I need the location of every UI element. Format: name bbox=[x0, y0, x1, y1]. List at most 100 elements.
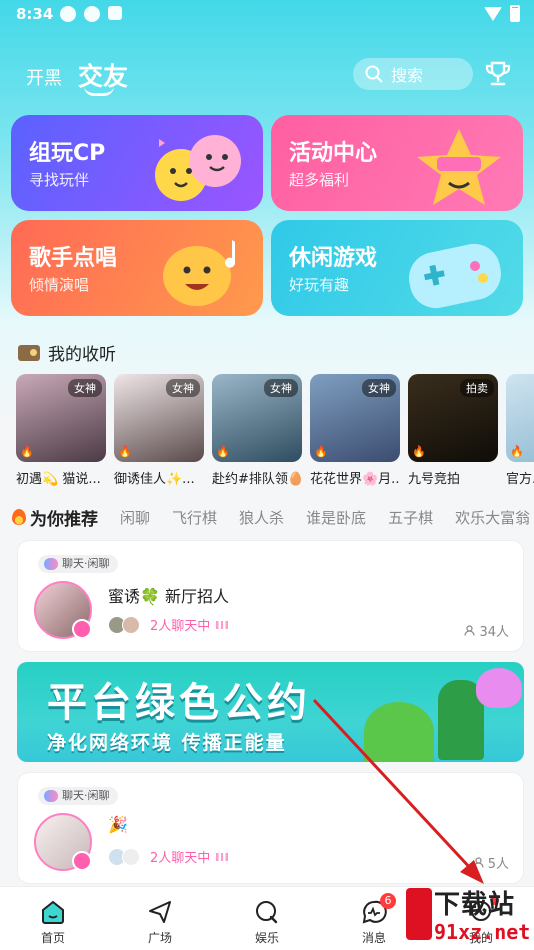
paper-plane-icon bbox=[149, 901, 171, 923]
listening-room[interactable]: 女神 🔥 花花世界🌸月... bbox=[310, 374, 400, 487]
chat-bubbles-icon bbox=[155, 135, 241, 201]
hot-icon: 🔥 bbox=[314, 445, 328, 458]
card-subtitle: 倾情演唱 bbox=[29, 276, 90, 294]
top-header: 开黑 交友 搜索 bbox=[0, 55, 534, 96]
user-avatar-mini bbox=[122, 615, 140, 634]
tab-label: 首页 bbox=[40, 931, 65, 945]
battery-icon bbox=[510, 5, 520, 22]
tab-home[interactable]: 首页 bbox=[23, 899, 83, 946]
card-title: 组玩CP bbox=[29, 141, 106, 166]
category-tab[interactable]: 欢乐大富翁 bbox=[455, 507, 530, 528]
room-cover-image: 女神 🔥 bbox=[310, 374, 400, 462]
app-notification-icon bbox=[108, 6, 122, 20]
flame-icon bbox=[12, 509, 26, 525]
room-cover-image: 拍卖 🔥 bbox=[408, 374, 498, 462]
gamepad-icon bbox=[409, 243, 501, 309]
hot-icon: 🔥 bbox=[510, 445, 524, 458]
listening-room[interactable]: 女神 🔥 御诱佳人✨... bbox=[114, 374, 204, 487]
category-tab[interactable]: 飞行棋 bbox=[172, 507, 217, 528]
plant-decoration bbox=[364, 702, 434, 762]
card-casual-games[interactable]: 休闲游戏 好玩有趣 bbox=[271, 220, 523, 316]
chatting-users: 2人聊天中 bbox=[108, 615, 229, 634]
category-tabs: 为你推荐 闲聊 飞行棋 狼人杀 谁是卧底 五子棋 欢乐大富翁 bbox=[12, 505, 534, 530]
search-placeholder: 搜索 bbox=[391, 66, 424, 85]
room-cover-image: 女神 🔥 bbox=[114, 374, 204, 462]
room-category-chip: 聊天·闲聊 bbox=[38, 555, 118, 573]
banner-headline: 平台绿色公约 bbox=[47, 680, 311, 726]
room-name: 御诱佳人✨... bbox=[114, 472, 195, 487]
chatting-count: 2人聊天中 bbox=[150, 851, 211, 866]
hot-icon: 🔥 bbox=[20, 445, 34, 458]
app-notification-icon bbox=[84, 6, 100, 22]
room-user-count: 34人 bbox=[464, 621, 509, 640]
room-name: 官方... bbox=[506, 472, 534, 487]
audio-wave-icon bbox=[216, 852, 229, 861]
notification-icons bbox=[60, 6, 122, 22]
room-card[interactable]: 聊天·闲聊 蜜诱🍀 新厅招人 2人聊天中 34人 bbox=[17, 540, 524, 652]
tab-label: 消息 bbox=[361, 931, 386, 945]
room-name: 九号竞拍 bbox=[408, 472, 461, 487]
room-tag: 女神 bbox=[166, 379, 200, 397]
listening-room[interactable]: 🔥 官方... bbox=[506, 374, 534, 487]
tab-entertainment[interactable]: 娱乐 bbox=[237, 899, 297, 946]
my-listening-header: 我的收听 bbox=[18, 340, 116, 365]
green-pact-banner[interactable]: 平台绿色公约 净化网络环境 传播正能量 bbox=[17, 662, 524, 762]
room-cover-image: 女神 🔥 bbox=[16, 374, 106, 462]
tab-kaihei[interactable]: 开黑 bbox=[26, 64, 62, 90]
entertainment-icon bbox=[256, 901, 278, 924]
tab-label: 娱乐 bbox=[254, 931, 279, 945]
tab-active-indicator bbox=[84, 86, 114, 96]
card-zuwan-cp[interactable]: 组玩CP 寻找玩伴 bbox=[11, 115, 263, 211]
listening-room-list: 女神 🔥 初遇💫 猫说... 女神 🔥 御诱佳人✨... 女神 🔥 赴约#排队领🥚 女神 🔥 花花世界… bbox=[16, 374, 534, 494]
listening-room[interactable]: 拍卖 🔥 九号竞拍 bbox=[408, 374, 498, 487]
unread-badge: 6 bbox=[380, 893, 396, 909]
card-title: 活动中心 bbox=[289, 141, 378, 166]
room-cover-image: 女神 🔥 bbox=[212, 374, 302, 462]
category-tab[interactable]: 狼人杀 bbox=[239, 507, 284, 528]
room-cover-image: 🔥 bbox=[506, 374, 534, 462]
category-tab[interactable]: 五子棋 bbox=[388, 507, 433, 528]
room-tag: 女神 bbox=[362, 379, 396, 397]
watermark-logo bbox=[406, 888, 432, 940]
chatting-count: 2人聊天中 bbox=[150, 619, 211, 634]
listening-room[interactable]: 女神 🔥 赴约#排队领🥚 bbox=[212, 374, 302, 487]
tab-label: 广场 bbox=[147, 931, 172, 945]
room-tag: 女神 bbox=[68, 379, 102, 397]
app-notification-icon bbox=[60, 6, 76, 22]
search-box[interactable]: 搜索 bbox=[353, 58, 473, 90]
tab-recommended[interactable]: 为你推荐 bbox=[12, 505, 98, 530]
room-tag: 拍卖 bbox=[460, 379, 494, 397]
card-subtitle: 超多福利 bbox=[289, 171, 350, 189]
status-time: 8:34 bbox=[16, 5, 54, 23]
listening-room[interactable]: 女神 🔥 初遇💫 猫说... bbox=[16, 374, 106, 487]
card-singer-request[interactable]: 歌手点唱 倾情演唱 bbox=[11, 220, 263, 316]
star-mascot-icon bbox=[417, 129, 501, 205]
watermark: 下载站 91xz.net bbox=[404, 880, 532, 948]
tab-plaza[interactable]: 广场 bbox=[130, 899, 190, 946]
category-tab[interactable]: 谁是卧底 bbox=[306, 507, 366, 528]
person-icon bbox=[472, 857, 484, 868]
room-name: 赴约#排队领🥚 bbox=[212, 472, 302, 487]
room-category-chip: 聊天·闲聊 bbox=[38, 787, 118, 805]
audio-wave-icon bbox=[216, 620, 229, 629]
card-title: 歌手点唱 bbox=[29, 246, 118, 271]
avatar bbox=[34, 813, 92, 871]
chatting-users: 2人聊天中 bbox=[108, 847, 229, 866]
trophy-icon[interactable] bbox=[484, 60, 512, 88]
room-name: 初遇💫 猫说... bbox=[16, 472, 101, 487]
tab-messages[interactable]: 消息 6 bbox=[344, 893, 404, 946]
singing-face-icon bbox=[163, 240, 236, 306]
room-title: 蜜诱🍀 新厅招人 bbox=[108, 587, 230, 606]
room-name: 花花世界🌸月... bbox=[310, 472, 400, 487]
room-card[interactable]: 聊天·闲聊 🎉 2人聊天中 5人 bbox=[17, 772, 524, 884]
radio-icon bbox=[18, 344, 40, 361]
room-user-count: 5人 bbox=[472, 853, 509, 872]
card-activity-center[interactable]: 活动中心 超多福利 bbox=[271, 115, 523, 211]
category-tab[interactable]: 闲聊 bbox=[120, 507, 150, 528]
home-icon bbox=[42, 900, 64, 924]
tab-label: 为你推荐 bbox=[30, 509, 98, 530]
person-icon bbox=[464, 625, 475, 636]
search-icon bbox=[365, 65, 383, 83]
hot-icon: 🔥 bbox=[118, 445, 132, 458]
flower-decoration bbox=[476, 668, 522, 708]
